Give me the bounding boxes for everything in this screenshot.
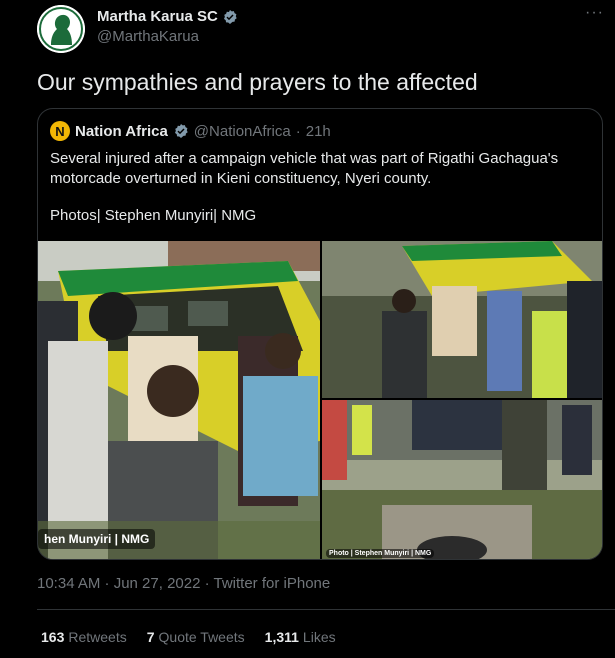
author-name[interactable]: Martha Karua SC bbox=[97, 8, 218, 25]
quoted-author-name[interactable]: Nation Africa bbox=[75, 123, 168, 140]
photo-pushing-vehicle[interactable] bbox=[322, 241, 602, 398]
retweets-stat[interactable]: 163 Retweets bbox=[41, 629, 127, 645]
photo-grid[interactable]: hen Munyiri | NMG Photo | Stephen Munyir… bbox=[38, 241, 602, 559]
photo-caption-small: Photo | Stephen Munyiri | NMG bbox=[326, 549, 435, 558]
author-handle[interactable]: @MarthaKarua bbox=[97, 28, 199, 45]
divider bbox=[37, 609, 615, 610]
quoted-photo-credit: Photos| Stephen Munyiri| NMG bbox=[50, 207, 257, 224]
quoted-author-handle[interactable]: @NationAfrica bbox=[194, 123, 291, 140]
more-options-icon[interactable]: ··· bbox=[585, 4, 604, 22]
photo-roadside-crowd[interactable]: Photo | Stephen Munyiri | NMG bbox=[322, 400, 602, 559]
author-name-row[interactable]: Martha Karua SC bbox=[97, 8, 238, 25]
separator-dot: · bbox=[295, 122, 301, 140]
quoted-tweet-card[interactable]: N Nation Africa @NationAfrica · 21h Seve… bbox=[37, 108, 603, 560]
quoted-tweet-header: N Nation Africa @NationAfrica · 21h bbox=[50, 121, 331, 141]
nation-africa-logo-icon: N bbox=[50, 121, 70, 141]
tweet-text: Our sympathies and prayers to the affect… bbox=[37, 69, 478, 95]
photo-caption: hen Munyiri | NMG bbox=[38, 529, 156, 549]
silhouette-portrait-icon bbox=[37, 5, 85, 53]
quoted-time[interactable]: 21h bbox=[306, 123, 331, 140]
author-avatar[interactable] bbox=[37, 5, 85, 53]
verified-badge-icon bbox=[174, 124, 188, 138]
tweet-stats: 163 Retweets 7 Quote Tweets 1,311 Likes bbox=[41, 629, 336, 645]
photo-overturned-vehicle-main[interactable]: hen Munyiri | NMG bbox=[38, 241, 320, 559]
verified-badge-icon bbox=[223, 9, 237, 24]
quoted-tweet-text: Several injured after a campaign vehicle… bbox=[50, 150, 559, 187]
likes-stat[interactable]: 1,311 Likes bbox=[265, 629, 336, 645]
quote-tweets-stat[interactable]: 7 Quote Tweets bbox=[147, 629, 245, 645]
tweet-timestamp[interactable]: 10:34 AM · Jun 27, 2022 · Twitter for iP… bbox=[37, 575, 330, 592]
